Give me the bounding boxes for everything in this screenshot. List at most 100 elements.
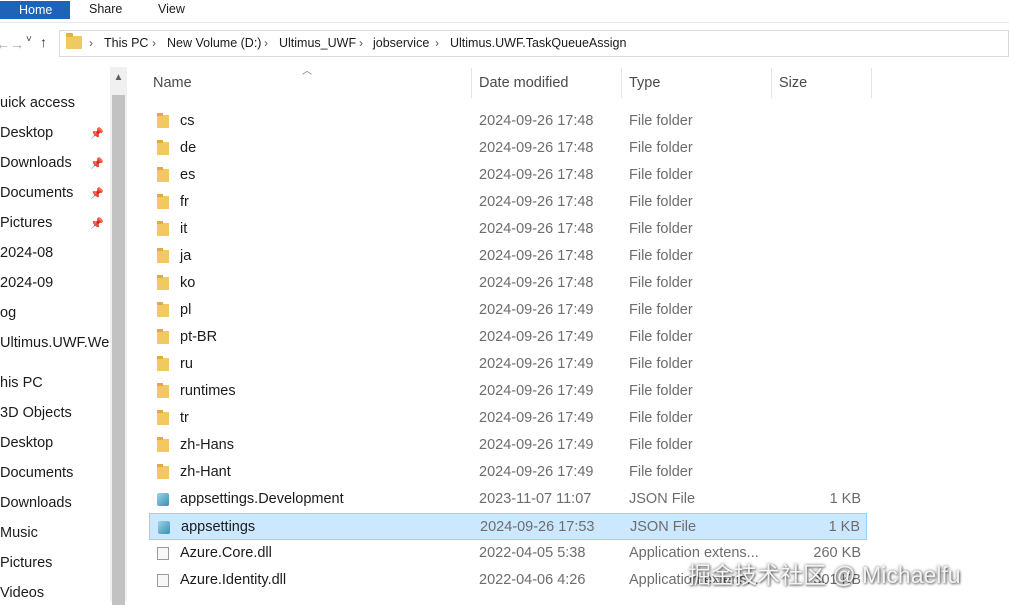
file-row[interactable]: zh-Hans 2024-09-26 17:49 File folder: [149, 432, 867, 459]
column-divider[interactable]: [471, 68, 472, 98]
address-bar[interactable]: › This PC › New Volume (D:) › Ultimus_UW…: [59, 30, 1009, 57]
breadcrumb-separator: ›: [89, 36, 93, 50]
file-row[interactable]: de 2024-09-26 17:48 File folder: [149, 135, 867, 162]
file-name: fr: [180, 194, 189, 210]
column-header-date-modified[interactable]: Date modified: [479, 75, 568, 99]
file-row[interactable]: appsettings.Development 2023-11-07 11:07 J…: [149, 486, 867, 513]
file-date-modified: 2023-11-07 11:07: [479, 491, 592, 507]
column-divider[interactable]: [871, 68, 872, 98]
column-divider[interactable]: [771, 68, 772, 98]
folder-icon: [157, 194, 169, 209]
file-type: File folder: [629, 464, 693, 480]
pin-icon: 📌: [90, 128, 104, 140]
folder-icon: [157, 167, 169, 182]
file-name: ja: [180, 248, 192, 264]
json-file-icon: [158, 521, 170, 534]
file-row[interactable]: tr 2024-09-26 17:49 File folder: [149, 405, 867, 432]
file-name: Azure.Identity.dll: [180, 572, 287, 588]
file-row[interactable]: pt-BR 2024-09-26 17:49 File folder: [149, 324, 867, 351]
folder-icon: [157, 356, 169, 371]
file-type: JSON File: [630, 519, 697, 535]
file-date-modified: 2024-09-26 17:48: [479, 113, 594, 129]
file-row[interactable]: es 2024-09-26 17:48 File folder: [149, 162, 867, 189]
tab-home[interactable]: Home: [0, 1, 70, 19]
sidebar-item[interactable]: og: [0, 305, 16, 321]
file-type: File folder: [629, 329, 693, 345]
sidebar-item[interactable]: Desktop: [0, 125, 53, 141]
breadcrumb-jobservice[interactable]: jobservice: [373, 36, 429, 50]
file-date-modified: 2024-09-26 17:53: [480, 519, 595, 535]
folder-icon: [157, 275, 169, 290]
breadcrumb-separator: ›: [264, 36, 268, 50]
file-row[interactable]: ru 2024-09-26 17:49 File folder: [149, 351, 867, 378]
file-row[interactable]: pl 2024-09-26 17:49 File folder: [149, 297, 867, 324]
tab-share[interactable]: Share: [89, 1, 122, 19]
file-row[interactable]: ja 2024-09-26 17:48 File folder: [149, 243, 867, 270]
sidebar-item[interactable]: 3D Objects: [0, 405, 72, 421]
breadcrumb-ultimus-uwf[interactable]: Ultimus_UWF: [279, 36, 356, 50]
folder-icon: [157, 464, 169, 479]
up-button[interactable]: ↑: [40, 34, 47, 50]
tab-home-label: Home: [19, 3, 53, 17]
sidebar-item[interactable]: Pictures: [0, 555, 52, 571]
column-header-name[interactable]: Name: [153, 75, 192, 99]
file-name: Azure.Core.dll: [180, 545, 272, 561]
file-row[interactable]: zh-Hant 2024-09-26 17:49 File folder: [149, 459, 867, 486]
recent-locations-dropdown[interactable]: ˅: [26, 34, 32, 45]
sidebar-item[interactable]: Downloads: [0, 495, 72, 511]
file-name: ru: [180, 356, 193, 372]
sidebar-item[interactable]: his PC: [0, 375, 43, 391]
file-name: pl: [180, 302, 192, 318]
tab-view[interactable]: View: [158, 1, 185, 19]
file-date-modified: 2024-09-26 17:48: [479, 221, 594, 237]
sidebar-item[interactable]: Documents: [0, 465, 73, 481]
file-name: it: [180, 221, 188, 237]
file-row[interactable]: it 2024-09-26 17:48 File folder: [149, 216, 867, 243]
file-name: cs: [180, 113, 195, 129]
file-date-modified: 2024-09-26 17:48: [479, 275, 594, 291]
scrollbar-thumb[interactable]: [112, 95, 125, 605]
file-row[interactable]: appsettings 2024-09-26 17:53 JSON File 1 KB: [149, 513, 867, 540]
file-row[interactable]: runtimes 2024-09-26 17:49 File folder: [149, 378, 867, 405]
file-name: zh-Hans: [180, 437, 234, 453]
file-row[interactable]: fr 2024-09-26 17:48 File folder: [149, 189, 867, 216]
breadcrumb-current-folder[interactable]: Ultimus.UWF.TaskQueueAssign: [450, 36, 626, 50]
forward-button[interactable]: →: [10, 36, 24, 52]
breadcrumb-separator: ›: [435, 36, 439, 50]
folder-icon: [157, 383, 169, 398]
sidebar-item[interactable]: 2024-09: [0, 275, 53, 291]
file-name: appsettings.Development: [180, 491, 344, 507]
file-row[interactable]: cs 2024-09-26 17:48 File folder: [149, 108, 867, 135]
file-name: ko: [180, 275, 196, 291]
file-type: File folder: [629, 383, 693, 399]
sidebar-item[interactable]: Ultimus.UWF.Wel: [0, 335, 110, 351]
file-date-modified: 2022-04-05 5:38: [479, 545, 586, 561]
folder-icon: [66, 33, 82, 49]
sidebar-item[interactable]: Videos: [0, 585, 44, 601]
sidebar-item[interactable]: Desktop: [0, 435, 53, 451]
folder-icon: [157, 248, 169, 263]
breadcrumb-new-volume[interactable]: New Volume (D:): [167, 36, 261, 50]
file-date-modified: 2024-09-26 17:48: [479, 167, 594, 183]
column-header-size[interactable]: Size: [779, 75, 807, 99]
file-type: File folder: [629, 410, 693, 426]
sidebar-item[interactable]: uick access: [0, 95, 75, 111]
pin-icon: 📌: [90, 188, 104, 200]
file-type: File folder: [629, 194, 693, 210]
navigation-pane-scrollbar[interactable]: ▲: [110, 67, 127, 605]
dll-file-icon: [157, 547, 169, 560]
column-divider[interactable]: [621, 68, 622, 98]
sidebar-item[interactable]: Music: [0, 525, 38, 541]
sidebar-item[interactable]: 2024-08: [0, 245, 53, 261]
sidebar-item[interactable]: Downloads: [0, 155, 72, 171]
file-row[interactable]: ko 2024-09-26 17:48 File folder: [149, 270, 867, 297]
file-name: runtimes: [180, 383, 236, 399]
breadcrumb-this-pc[interactable]: This PC: [104, 36, 148, 50]
sidebar-item[interactable]: Documents: [0, 185, 73, 201]
folder-icon: [157, 302, 169, 317]
file-date-modified: 2022-04-06 4:26: [479, 572, 586, 588]
sidebar-item[interactable]: Pictures: [0, 215, 52, 231]
column-header-type[interactable]: Type: [629, 75, 660, 99]
back-button[interactable]: ←: [0, 36, 10, 52]
scroll-up-arrow-icon[interactable]: ▲: [110, 67, 127, 89]
